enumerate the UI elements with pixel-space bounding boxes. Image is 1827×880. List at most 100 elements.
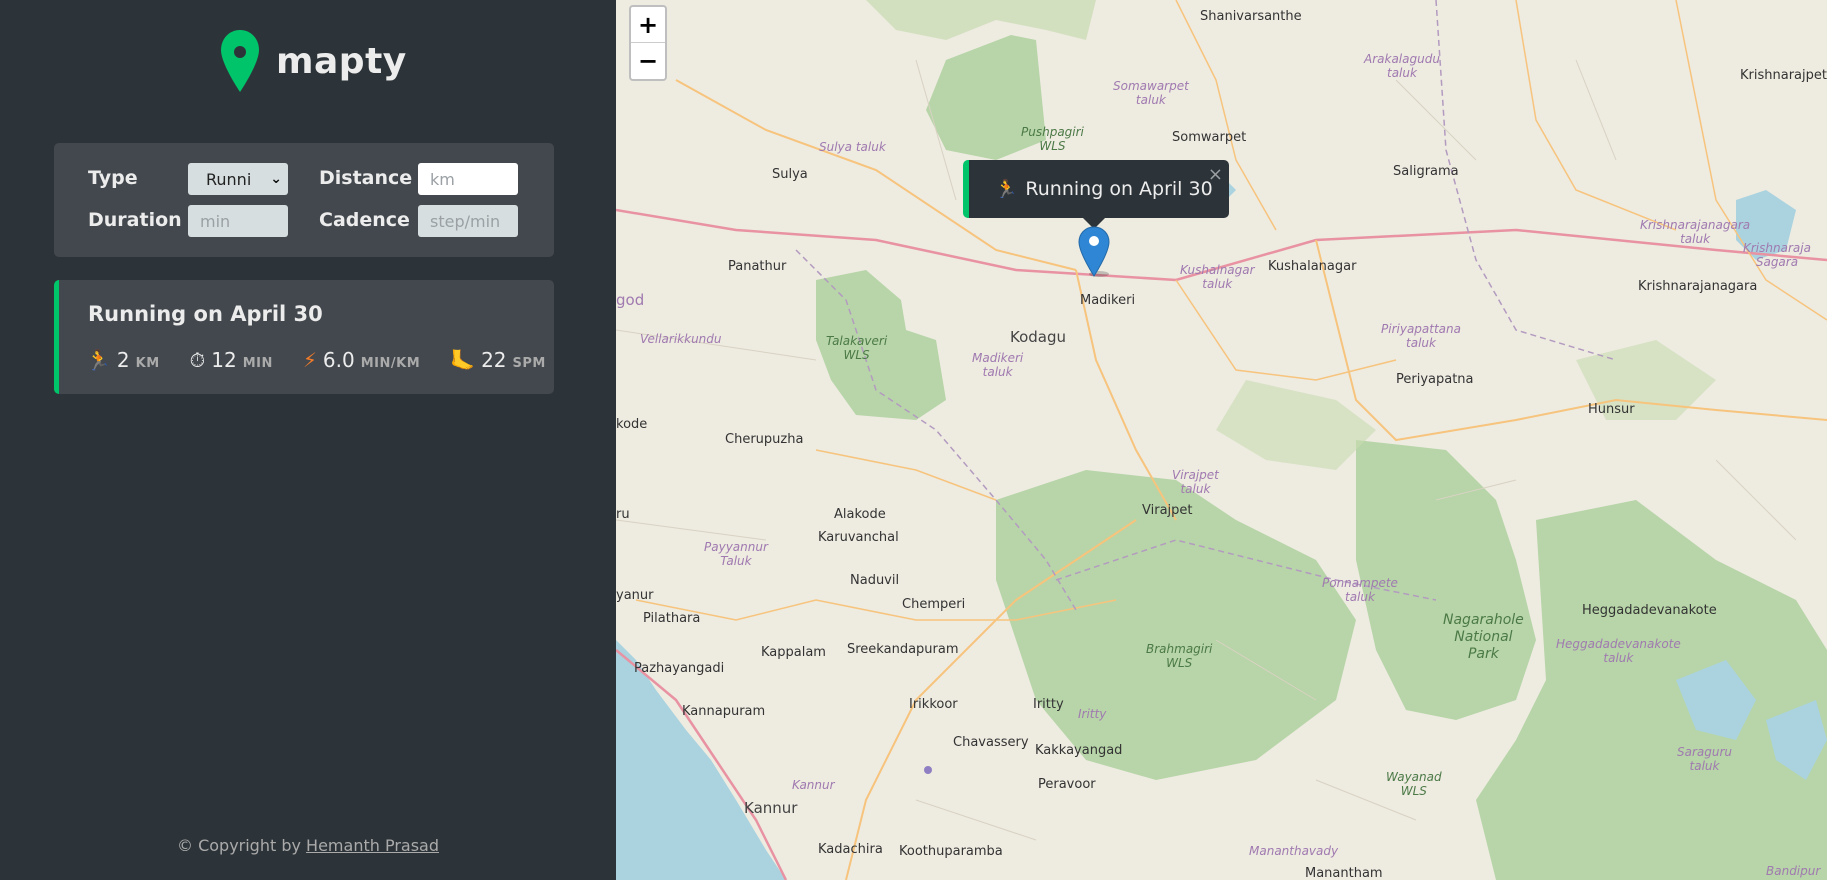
copyright: © Copyright by Hemanth Prasad	[0, 836, 616, 855]
lightning-icon: ⚡	[302, 348, 317, 372]
map-label: Manantham	[1305, 866, 1383, 880]
map-label: Bandipur	[1766, 864, 1821, 878]
map-label: Alakode	[834, 507, 886, 522]
map-label: Panathur	[728, 259, 787, 274]
map-label: Nagarahole National Park	[1443, 612, 1524, 662]
zoom-control: + −	[629, 5, 667, 81]
map-label: Pushpagiri WLS	[1021, 125, 1084, 153]
map-label: Heggadadevanakote taluk	[1556, 637, 1681, 665]
map-label: Iritty	[1078, 707, 1107, 721]
map-label: Cherupuzha	[725, 432, 804, 447]
map-label: Payyannur Taluk	[704, 540, 768, 568]
map-marker-icon[interactable]	[1077, 226, 1111, 278]
map-label: Kadachira	[818, 842, 883, 857]
map-label: Vellarikkundu	[640, 332, 722, 346]
author-link[interactable]: Hemanth Prasad	[306, 836, 439, 855]
running-icon: 🏃	[86, 348, 111, 372]
map-label: Madikeri taluk	[972, 351, 1024, 379]
map-label: god	[616, 291, 645, 309]
map-label: Hunsur	[1588, 402, 1635, 417]
distance-value: 2	[116, 348, 130, 372]
duration-unit: MIN	[242, 356, 273, 371]
map-label: Virajpet	[1142, 503, 1193, 518]
duration-value: 12	[211, 348, 237, 372]
map-label: yanur	[616, 588, 654, 603]
map-label: Pilathara	[643, 611, 701, 626]
close-icon[interactable]: ×	[1208, 164, 1223, 185]
map-label: Irikkoor	[909, 697, 958, 712]
map-label: Chemperi	[902, 597, 966, 612]
duration-placeholder: min	[200, 211, 231, 231]
map-label: Saraguru taluk	[1677, 745, 1733, 773]
workout-pace: ⚡ 6.0 MIN/KM	[303, 348, 420, 372]
map-label: Koothuparamba	[899, 844, 1003, 859]
zoom-in-button[interactable]: +	[631, 7, 665, 43]
workout-details: 🏃 2 KM ⏱ 12 MIN ⚡ 6.0 MIN/KM 🦶 22 SPM	[86, 348, 546, 372]
distance-unit: KM	[135, 356, 160, 371]
logo: mapty	[220, 28, 407, 94]
map-label: Kushalanagar	[1268, 259, 1357, 274]
type-label: Type	[88, 167, 138, 189]
map-label: Sulya taluk	[819, 140, 886, 154]
map-label: Sulya	[772, 167, 808, 182]
map-label: Krishnarajanagara taluk	[1640, 218, 1751, 246]
map-label: Naduvil	[850, 573, 900, 588]
distance-input[interactable]: km	[418, 163, 518, 195]
running-icon: 🏃	[995, 178, 1018, 200]
type-select[interactable]: Runni ⌄	[188, 163, 288, 195]
chevron-down-icon: ⌄	[270, 171, 282, 187]
map-label: Arakalagudu taluk	[1364, 52, 1440, 80]
workout-title: Running on April 30	[88, 302, 323, 326]
sidebar: mapty Type Runni ⌄ Distance km Duration …	[0, 0, 616, 880]
distance-placeholder: km	[430, 169, 455, 189]
map[interactable]: Shanivarsanthe Arakalagudu taluk Krishnar…	[616, 0, 1827, 880]
map-label: Sreekandapuram	[847, 642, 959, 657]
cadence-unit: SPM	[512, 356, 546, 371]
map-pin-logo-icon	[221, 29, 259, 92]
map-label: Brahmagiri WLS	[1146, 642, 1213, 670]
map-label: Kannur	[744, 799, 798, 817]
map-label: Kappalam	[761, 645, 826, 660]
map-label: Krishnarajanagara	[1638, 279, 1758, 294]
workout-distance: 🏃 2 KM	[86, 348, 160, 372]
distance-label: Distance	[319, 167, 413, 189]
map-label: Heggadadevanakote	[1582, 603, 1717, 618]
pace-unit: MIN/KM	[360, 356, 421, 371]
workout-item[interactable]: Running on April 30 🏃 2 KM ⏱ 12 MIN ⚡ 6.…	[54, 280, 554, 394]
workout-cadence: 🦶 22 SPM	[450, 348, 546, 372]
map-label: Kannur	[792, 778, 835, 792]
map-label: Kannapuram	[682, 704, 766, 719]
map-label: Wayanad WLS	[1386, 770, 1442, 798]
cadence-label: Cadence	[319, 209, 410, 231]
duration-input[interactable]: min	[188, 205, 288, 237]
popup-text: Running on April 30	[1025, 178, 1213, 200]
map-label: Krishnaraja Sagara	[1743, 241, 1811, 269]
map-label: Kodagu	[1010, 328, 1067, 346]
map-label: Madikeri	[1080, 293, 1136, 308]
map-label: Chavassery	[953, 735, 1029, 750]
pace-value: 6.0	[322, 348, 355, 372]
zoom-out-button[interactable]: −	[631, 43, 665, 79]
map-label: Saligrama	[1393, 164, 1459, 179]
duration-label: Duration	[88, 209, 182, 231]
map-label: Virajpet taluk	[1172, 468, 1219, 496]
app-name: mapty	[276, 40, 407, 82]
map-label: Talakaveri WLS	[826, 334, 888, 362]
map-label: Ponnampete taluk	[1322, 576, 1398, 604]
map-label: Somawarpet taluk	[1113, 79, 1189, 107]
map-label: Piriyapattana taluk	[1381, 322, 1461, 350]
workout-popup[interactable]: 🏃 Running on April 30 ×	[963, 160, 1229, 218]
type-select-value: Runni	[206, 169, 252, 189]
workout-form: Type Runni ⌄ Distance km Duration min Ca…	[54, 143, 554, 257]
map-label: Krishnarajpet	[1740, 68, 1827, 83]
map-label: Iritty	[1033, 697, 1064, 712]
map-label: Mananthavady	[1249, 844, 1339, 858]
map-label: Karuvanchal	[818, 530, 899, 545]
map-label: Somwarpet	[1172, 130, 1247, 145]
map-label: Pazhayangadi	[634, 661, 725, 676]
cadence-input[interactable]: step/min	[418, 205, 518, 237]
workout-duration: ⏱ 12 MIN	[190, 348, 273, 372]
map-label: kode	[616, 417, 648, 432]
stopwatch-icon: ⏱	[189, 348, 206, 372]
cadence-value: 22	[481, 348, 507, 372]
